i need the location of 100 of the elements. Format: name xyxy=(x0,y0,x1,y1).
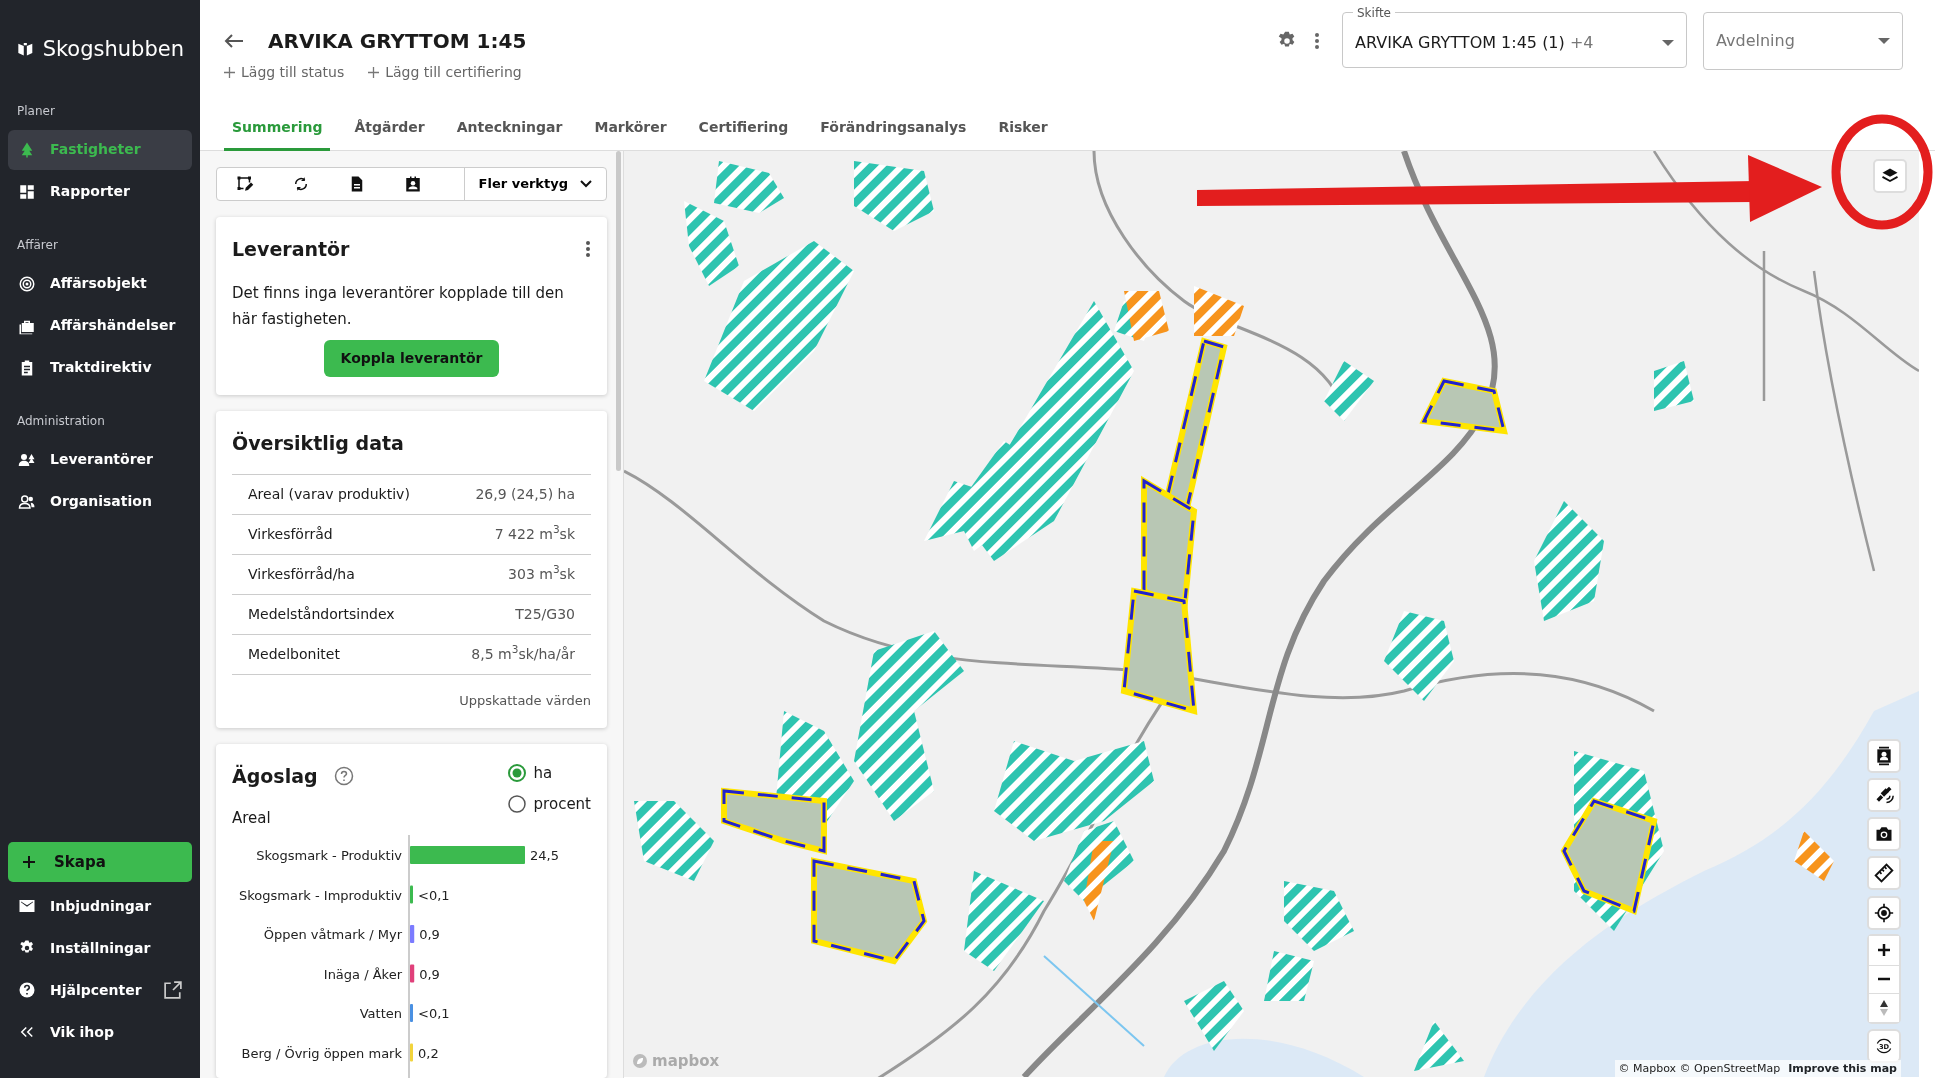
estimate-note: Uppskattade värden xyxy=(458,691,591,710)
card-title: Ägoslag xyxy=(232,763,318,789)
contact-card-icon xyxy=(404,174,422,193)
row-label: Medelbonitet xyxy=(248,644,340,664)
create-button[interactable]: Skapa xyxy=(8,842,192,882)
mail-icon xyxy=(18,897,36,915)
category-label: Inäga / Åker xyxy=(323,966,402,982)
nav-item[interactable]: Vik ihop xyxy=(8,1012,192,1052)
nav-item[interactable]: Hjälpcenter xyxy=(8,970,192,1010)
compass-icon xyxy=(1879,998,1889,1017)
tab[interactable]: Markörer xyxy=(586,116,675,151)
row-label: Areal (varav produktiv) xyxy=(248,484,410,504)
connect-supplier-button[interactable]: Koppla leverantör xyxy=(323,340,500,377)
empty-message: Det finns inga leverantörer kopplade till den här fastigheten. xyxy=(232,282,565,330)
people-icon xyxy=(18,492,36,511)
category-label: Vatten xyxy=(359,1006,402,1021)
caret-icon xyxy=(1878,38,1890,44)
ruler-icon xyxy=(1874,862,1894,883)
zoom-in-button[interactable] xyxy=(1869,935,1899,966)
row-value: 26,9 (24,5) ha xyxy=(475,484,575,504)
locate-button[interactable] xyxy=(1867,895,1901,930)
nav-item[interactable]: Inbjudningar xyxy=(8,886,192,926)
satellite-button[interactable] xyxy=(1867,777,1901,812)
plus-icon xyxy=(22,855,36,869)
card-title: Översiktlig data xyxy=(232,430,405,456)
nav-item[interactable]: Rapporter xyxy=(8,171,192,212)
category-label: Skogsmark - Improduktiv xyxy=(239,887,402,903)
category-label: Skogsmark - Produktiv xyxy=(256,848,402,863)
ruler-button[interactable] xyxy=(1867,855,1901,890)
row-value: 7 422 m$^{3}$sk xyxy=(494,523,575,544)
row-label: Virkesförråd xyxy=(248,524,333,544)
satellite-icon xyxy=(1874,784,1894,805)
bar xyxy=(410,885,413,904)
value-label: 0,9 xyxy=(419,966,440,982)
tab[interactable]: Förändringsanalys xyxy=(812,116,975,151)
contact-card-icon xyxy=(1874,745,1894,766)
row-value: T25/G30 xyxy=(515,604,575,624)
scrollbar[interactable] xyxy=(616,150,621,471)
value-label: 24,5 xyxy=(530,848,559,863)
add-link[interactable]: Lägg till certifiering xyxy=(368,62,522,83)
target-icon xyxy=(18,274,36,293)
map-provider-logo: mapbox xyxy=(652,1050,720,1072)
chart-subtitle: Areal xyxy=(232,807,272,829)
nav-item[interactable]: Organisation xyxy=(8,481,192,522)
help-icon[interactable] xyxy=(333,766,354,787)
value-label: <0,1 xyxy=(418,1006,450,1021)
add-link[interactable]: Lägg till status xyxy=(224,62,345,83)
section-heading: Planer xyxy=(16,102,56,120)
unit-radio[interactable]: ha xyxy=(507,762,591,785)
section-heading: Administration xyxy=(16,412,106,430)
radio-button[interactable] xyxy=(507,764,526,783)
layers-button[interactable] xyxy=(1873,158,1907,193)
minus-icon xyxy=(1877,977,1891,982)
camera-button[interactable] xyxy=(1867,816,1901,851)
edit-shape-icon xyxy=(236,174,254,193)
map-attribution: © Mapbox © OpenStreetMap xyxy=(1618,1060,1781,1077)
plus-icon xyxy=(224,67,235,78)
tab[interactable]: Certifiering xyxy=(690,116,797,151)
nav-item[interactable]: Traktdirektiv xyxy=(8,347,192,388)
avdelning-select[interactable]: Avdelning xyxy=(1703,12,1903,70)
more-icon[interactable] xyxy=(585,240,591,259)
bar xyxy=(410,925,415,943)
tab[interactable]: Anteckningar xyxy=(448,116,571,151)
locate-icon xyxy=(1874,902,1894,923)
nav-item[interactable]: Affärshändelser xyxy=(8,305,192,346)
category-label: Öppen våtmark / Myr xyxy=(263,927,402,942)
property-title: ARVIKA GRYTTOM 1:45 xyxy=(268,28,527,55)
section-heading: Affärer xyxy=(16,236,59,254)
help-icon xyxy=(18,981,36,999)
nav-item[interactable]: Leverantörer xyxy=(8,439,192,480)
grid-icon xyxy=(18,182,36,201)
plus-icon xyxy=(1877,943,1891,958)
nav-item[interactable]: Fastigheter xyxy=(8,129,192,170)
row-label: Virkesförråd/ha xyxy=(248,564,355,584)
row-value: 303 m$^{3}$sk xyxy=(508,563,575,584)
app-logo: Skogshubben xyxy=(42,36,184,63)
caret-icon xyxy=(1662,39,1674,46)
radio-button[interactable] xyxy=(507,794,526,813)
tab[interactable]: Åtgärder xyxy=(346,116,433,151)
chevron-icon xyxy=(580,179,592,188)
nav-item[interactable]: Inställningar xyxy=(8,928,192,968)
tab[interactable]: Risker xyxy=(990,116,1056,151)
improve-map-link[interactable]: Improve this map xyxy=(1788,1060,1897,1077)
nav-item[interactable]: Affärsobjekt xyxy=(8,263,192,304)
bar xyxy=(410,1043,413,1062)
value-label: <0,1 xyxy=(418,887,450,903)
plus-icon xyxy=(368,67,380,78)
more-tools-button[interactable]: Fler verktyg xyxy=(463,167,606,200)
value-label: 0,2 xyxy=(418,1045,439,1061)
bar xyxy=(410,1004,413,1022)
bar xyxy=(410,964,415,983)
row-value: 8,5 m$^{3}$sk/ha/år xyxy=(471,643,575,664)
skifte-select[interactable]: Skifte ARVIKA GRYTTOM 1:45 (1) +4 xyxy=(1342,6,1687,68)
back-arrow-icon[interactable] xyxy=(224,33,244,49)
value-label: 0,9 xyxy=(419,927,440,942)
more-icon[interactable] xyxy=(1314,32,1320,50)
row-label: Medelståndortsindex xyxy=(248,604,395,624)
contact-card-button[interactable] xyxy=(1867,738,1901,773)
card-title: Leverantör xyxy=(232,237,350,262)
unit-radio[interactable]: procent xyxy=(507,792,591,815)
